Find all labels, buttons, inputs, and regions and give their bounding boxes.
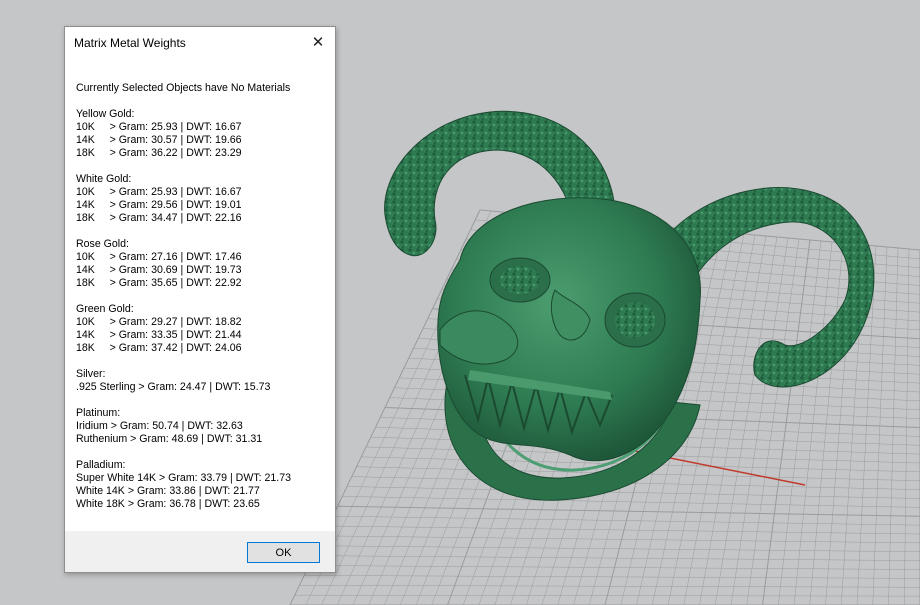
weight-row: Ruthenium > Gram: 48.69 | DWT: 31.31 — [76, 433, 263, 445]
metal-group-heading: Yellow Gold: — [76, 108, 135, 120]
ok-button[interactable]: OK — [247, 542, 320, 563]
selection-status: Currently Selected Objects have No Mater… — [76, 82, 291, 94]
weight-row: 10K > Gram: 25.93 | DWT: 16.67 — [76, 186, 242, 198]
metal-weights-dialog: Matrix Metal Weights ✕ Currently Selecte… — [64, 26, 336, 573]
metal-group: Rose Gold: 10K > Gram: 27.16 | DWT: 17.46… — [76, 238, 329, 290]
weight-row: 18K > Gram: 36.22 | DWT: 23.29 — [76, 147, 242, 159]
weight-row: White 18K > Gram: 36.78 | DWT: 23.65 — [76, 498, 260, 510]
weight-row: 10K > Gram: 25.93 | DWT: 16.67 — [76, 121, 242, 133]
weight-row: Iridium > Gram: 50.74 | DWT: 32.63 — [76, 420, 243, 432]
weight-row: 14K > Gram: 30.57 | DWT: 19.66 — [76, 134, 242, 146]
metal-group-heading: White Gold: — [76, 173, 132, 185]
ok-button-label: OK — [275, 546, 292, 559]
weight-row: White 14K > Gram: 33.86 | DWT: 21.77 — [76, 485, 260, 497]
metal-group: Silver: .925 Sterling > Gram: 24.47 | DWT… — [76, 368, 329, 394]
dialog-title: Matrix Metal Weights — [74, 36, 186, 50]
dialog-content: Currently Selected Objects have No Mater… — [76, 82, 329, 524]
metal-group-heading: Platinum: — [76, 407, 121, 419]
metal-group: Green Gold: 10K > Gram: 29.27 | DWT: 18.8… — [76, 303, 329, 355]
weight-row: 14K > Gram: 33.35 | DWT: 21.44 — [76, 329, 242, 341]
metal-group: White Gold: 10K > Gram: 25.93 | DWT: 16.6… — [76, 173, 329, 225]
weight-row: Super White 14K > Gram: 33.79 | DWT: 21.… — [76, 472, 292, 484]
weight-row: 18K > Gram: 35.65 | DWT: 22.92 — [76, 277, 242, 289]
weight-row: 14K > Gram: 29.56 | DWT: 19.01 — [76, 199, 242, 211]
weight-row: 18K > Gram: 34.47 | DWT: 22.16 — [76, 212, 242, 224]
weight-row: 14K > Gram: 30.69 | DWT: 19.73 — [76, 264, 242, 276]
metal-group-heading: Palladium: — [76, 459, 126, 471]
weight-row: 10K > Gram: 29.27 | DWT: 18.82 — [76, 316, 242, 328]
dialog-footer: OK — [65, 531, 335, 572]
metal-group-heading: Silver: — [76, 368, 106, 380]
weight-row: 10K > Gram: 27.16 | DWT: 17.46 — [76, 251, 242, 263]
close-icon[interactable]: ✕ — [307, 31, 329, 53]
metal-groups: Yellow Gold: 10K > Gram: 25.93 | DWT: 16.… — [76, 108, 329, 511]
metal-group-heading: Green Gold: — [76, 303, 134, 315]
metal-group: Platinum: Iridium > Gram: 50.74 | DWT: 32… — [76, 407, 329, 446]
ring-model[interactable] — [384, 110, 875, 501]
metal-group: Palladium: Super White 14K > Gram: 33.79 … — [76, 459, 329, 511]
weight-row: .925 Sterling > Gram: 24.47 | DWT: 15.73 — [76, 381, 271, 393]
metal-group-heading: Rose Gold: — [76, 238, 129, 250]
weight-row: 18K > Gram: 37.42 | DWT: 24.06 — [76, 342, 242, 354]
dialog-titlebar[interactable]: Matrix Metal Weights ✕ — [65, 27, 335, 59]
metal-group: Yellow Gold: 10K > Gram: 25.93 | DWT: 16.… — [76, 108, 329, 160]
